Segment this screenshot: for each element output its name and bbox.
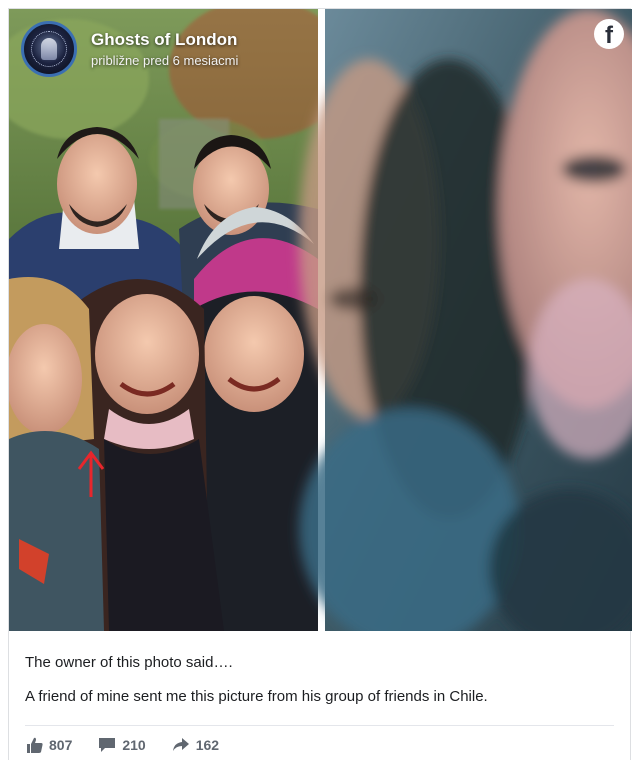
photo-collage	[9, 9, 632, 631]
comment-button[interactable]: 210	[98, 737, 146, 753]
page-avatar[interactable]	[21, 21, 77, 77]
stats-divider	[25, 725, 614, 726]
comment-count: 210	[122, 737, 146, 753]
post-photo[interactable]: Ghosts of London približne pred 6 mesiac…	[9, 9, 632, 631]
post-caption: The owner of this photo said…. A friend …	[25, 653, 614, 721]
thumbs-up-icon	[27, 737, 43, 753]
caption-line-1: The owner of this photo said….	[25, 654, 233, 671]
engagement-bar: 807 210 162	[27, 737, 245, 753]
like-button[interactable]: 807	[27, 737, 72, 753]
caption-line-2: A friend of mine sent me this picture fr…	[25, 688, 488, 705]
post-card: Ghosts of London približne pred 6 mesiac…	[8, 8, 632, 760]
right-photo-panel	[299, 9, 632, 631]
share-arrow-icon	[172, 738, 189, 751]
post-timestamp[interactable]: približne pred 6 mesiacmi	[91, 53, 238, 68]
share-button[interactable]: 162	[172, 737, 219, 753]
header-text: Ghosts of London približne pred 6 mesiac…	[91, 30, 238, 68]
page-name[interactable]: Ghosts of London	[91, 30, 238, 50]
comment-bubble-icon	[99, 738, 116, 752]
facebook-icon[interactable]: f	[594, 19, 624, 49]
share-count: 162	[195, 737, 220, 753]
left-photo-panel	[9, 9, 349, 631]
like-count: 807	[49, 737, 73, 753]
ghost-icon	[41, 38, 57, 60]
post-header: Ghosts of London približne pred 6 mesiac…	[21, 19, 238, 79]
